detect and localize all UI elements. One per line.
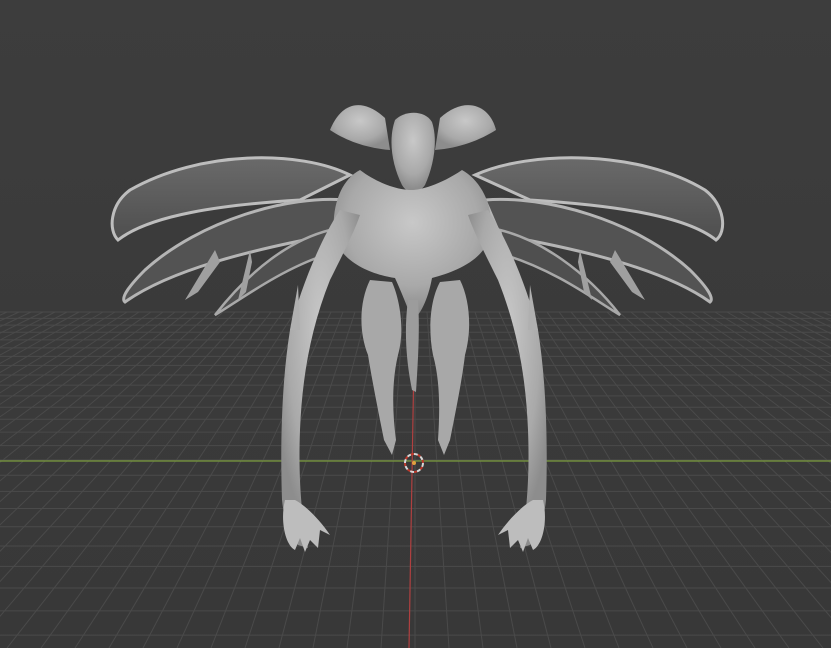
grid-line — [176, 311, 332, 648]
3d-cursor-icon[interactable] — [404, 453, 424, 473]
grid-line — [0, 311, 152, 418]
grid-line — [726, 311, 831, 374]
grid-line — [798, 311, 831, 328]
right-hand — [498, 500, 545, 552]
viewport-canvas[interactable] — [0, 0, 831, 648]
tail — [405, 300, 419, 392]
grid-line — [0, 311, 176, 447]
grid-line — [786, 311, 831, 335]
grid-line — [654, 311, 831, 448]
object-origin-icon — [412, 461, 416, 465]
grid-line — [678, 311, 831, 419]
grid-line — [40, 311, 284, 648]
grid-line — [546, 311, 790, 648]
grid-line — [822, 311, 831, 317]
3d-viewport[interactable] — [0, 0, 831, 648]
torso — [333, 170, 491, 320]
grid-line — [0, 311, 68, 348]
creature-mesh[interactable] — [110, 105, 725, 552]
grid-line — [582, 311, 831, 584]
grid-line — [750, 311, 831, 357]
grid-line — [570, 311, 831, 619]
grid-line — [618, 311, 831, 504]
grid-line — [0, 311, 80, 356]
right-leg — [430, 280, 470, 455]
grid-line — [0, 311, 44, 334]
right-crest — [435, 105, 496, 150]
left-hand — [283, 500, 330, 552]
head — [391, 112, 435, 193]
left-crest — [330, 105, 390, 150]
grid-line — [690, 311, 831, 406]
grid-line — [0, 311, 260, 618]
grid-line — [0, 311, 248, 583]
